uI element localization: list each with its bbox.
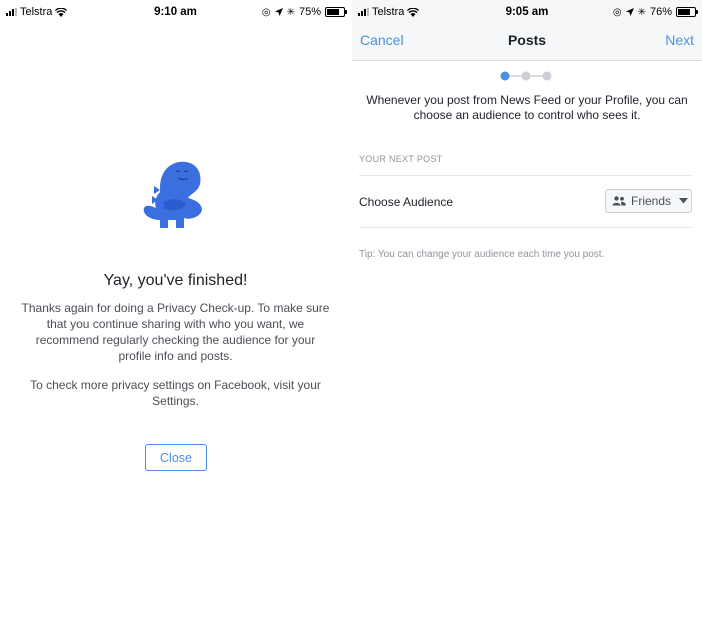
next-button[interactable]: Next <box>665 32 694 48</box>
status-right: ◎ ✳ 76% <box>612 6 698 18</box>
settings-hint: To check more privacy settings on Facebo… <box>30 378 321 408</box>
progress-dot-3 <box>542 71 552 81</box>
finished-screen: Telstra 9:10 am ◎ ✳ 75% Yay, you've fini… <box>0 0 351 635</box>
friends-icon <box>612 196 626 206</box>
finished-title: Yay, you've finished! <box>103 272 248 289</box>
progress-dot-2 <box>521 71 531 81</box>
close-button[interactable]: Close <box>145 444 207 471</box>
divider <box>359 175 692 176</box>
section-header: YOUR NEXT POST <box>359 154 443 164</box>
progress-dot-1 <box>500 71 510 81</box>
orientation-lock-icon: ◎ <box>261 6 271 18</box>
battery-percent: 76% <box>649 6 672 18</box>
location-arrow-icon <box>274 8 283 16</box>
status-right: ◎ ✳ 75% <box>261 6 347 18</box>
battery-icon <box>325 7 347 17</box>
privacy-dinosaur-icon <box>143 161 202 228</box>
choose-audience-label: Choose Audience <box>359 195 454 209</box>
audience-description: Whenever you post from News Feed or your… <box>366 93 688 122</box>
progress-dots <box>500 71 552 81</box>
audience-selector[interactable]: Friends <box>605 189 692 213</box>
status-bar: Telstra 9:05 am ◎ ✳ 76% <box>352 0 702 24</box>
caret-down-icon <box>679 198 689 204</box>
bluetooth-icon: ✳ <box>286 6 295 18</box>
battery-icon <box>676 7 698 17</box>
tip-text: Tip: You can change your audience each t… <box>359 249 605 260</box>
orientation-lock-icon: ◎ <box>612 6 622 18</box>
finished-message: Thanks again for doing a Privacy Check-u… <box>21 301 330 363</box>
page-title: Posts <box>507 32 547 48</box>
nav-bar: Cancel Posts Next <box>352 24 702 61</box>
audience-value: Friends <box>631 194 672 208</box>
divider <box>359 227 692 228</box>
battery-percent: 75% <box>298 6 321 18</box>
location-arrow-icon <box>625 8 634 16</box>
bluetooth-icon: ✳ <box>637 6 646 18</box>
status-bar: Telstra 9:10 am ◎ ✳ 75% <box>0 0 351 24</box>
posts-screen: Telstra 9:05 am ◎ ✳ 76% Cancel Posts Nex… <box>352 0 702 635</box>
